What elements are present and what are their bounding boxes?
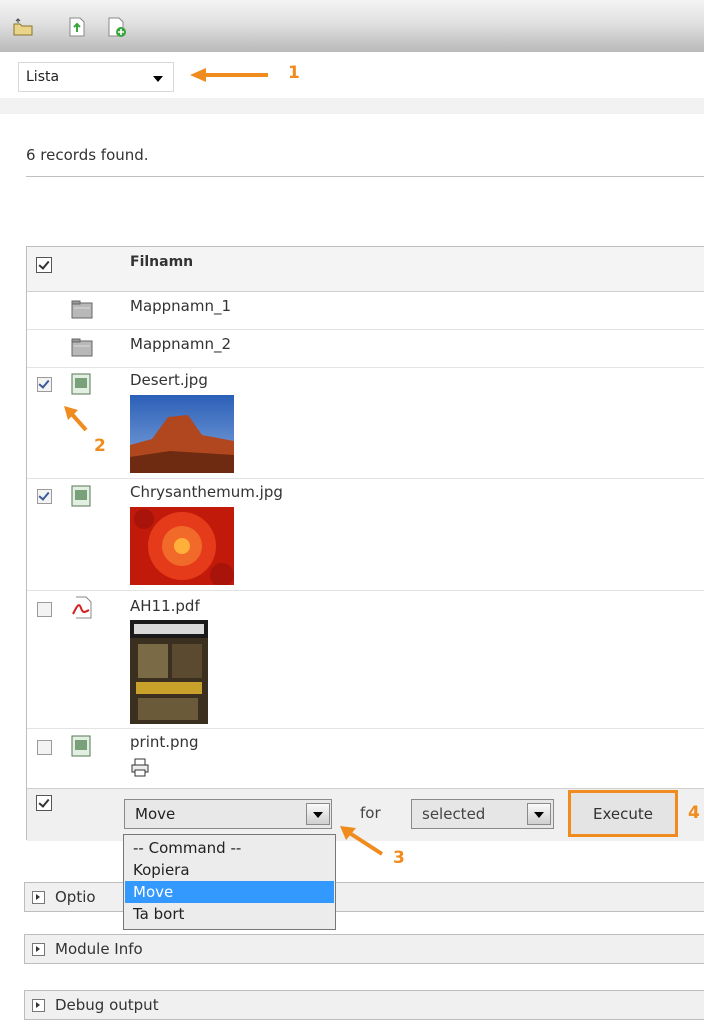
callout-number-2: 2 [94, 436, 106, 456]
table-row[interactable]: print.png [27, 728, 704, 788]
row-checkbox[interactable] [37, 489, 52, 504]
command-dropdown-list: -- Command -- Kopiera Move Ta bort [123, 834, 336, 930]
callout-arrow-1 [190, 68, 268, 82]
expand-icon[interactable] [32, 943, 45, 956]
select-all-checkbox-bottom[interactable] [36, 795, 52, 811]
callout-arrow-2 [64, 406, 88, 432]
callout-number-4: 4 [688, 803, 700, 823]
image-file-icon [71, 735, 91, 757]
callout-arrow-3 [340, 826, 384, 856]
command-option-selected[interactable]: Move [125, 881, 334, 903]
file-name[interactable]: Mappnamn_1 [130, 297, 231, 315]
image-file-icon [71, 485, 91, 507]
command-option[interactable]: Kopiera [125, 859, 334, 881]
pdf-file-icon [72, 596, 92, 619]
scope-select-value: selected [422, 805, 486, 823]
desert-thumbnail[interactable] [130, 395, 234, 473]
command-option[interactable]: Ta bort [125, 903, 334, 925]
top-toolbar [0, 0, 704, 52]
image-file-icon [71, 373, 91, 395]
file-name[interactable]: Mappnamn_2 [130, 335, 231, 353]
for-label: for [360, 804, 381, 822]
file-name[interactable]: Desert.jpg [130, 371, 208, 389]
chevron-down-icon[interactable] [306, 803, 330, 825]
upload-folder-icon[interactable] [12, 16, 34, 38]
row-checkbox[interactable] [37, 377, 52, 392]
command-select-value: Move [135, 805, 176, 823]
expand-icon[interactable] [32, 891, 45, 904]
table-row[interactable]: Chrysanthemum.jpg [27, 478, 704, 591]
view-mode-select[interactable]: Lista [18, 62, 174, 92]
file-name[interactable]: print.png [130, 733, 199, 751]
panel-label: Optio [55, 888, 96, 906]
table-row[interactable]: Desert.jpg [27, 367, 704, 479]
table-row[interactable]: Mappnamn_2 [27, 329, 704, 368]
scope-select[interactable]: selected [411, 799, 554, 829]
column-header-filename[interactable]: Filnamn [130, 254, 193, 270]
file-name[interactable]: AH11.pdf [130, 597, 200, 615]
upload-file-icon[interactable] [66, 16, 88, 38]
execute-button[interactable]: Execute [568, 790, 678, 837]
table-row[interactable]: AH11.pdf [27, 590, 704, 729]
view-mode-value: Lista [26, 69, 60, 85]
debug-output-panel[interactable]: Debug output [24, 990, 704, 1020]
panel-label: Module Info [55, 940, 143, 958]
new-file-icon[interactable] [106, 16, 128, 38]
row-checkbox[interactable] [37, 740, 52, 755]
row-checkbox[interactable] [37, 602, 52, 617]
callout-number-3: 3 [393, 848, 405, 868]
panel-label: Debug output [55, 996, 159, 1014]
expand-icon[interactable] [32, 999, 45, 1012]
select-all-checkbox[interactable] [36, 257, 52, 273]
chevron-down-icon[interactable] [527, 803, 551, 825]
table-row[interactable]: Mappnamn_1 [27, 291, 704, 330]
folder-icon [71, 300, 93, 319]
pdf-thumbnail[interactable] [130, 620, 208, 724]
callout-number-1: 1 [288, 63, 300, 83]
printer-icon[interactable] [130, 758, 150, 778]
command-select[interactable]: Move [124, 799, 332, 829]
divider [26, 176, 704, 177]
chevron-down-icon [153, 76, 163, 82]
command-option[interactable]: -- Command -- [125, 837, 334, 859]
module-info-panel[interactable]: Module Info [24, 934, 704, 964]
records-count: 6 records found. [26, 146, 149, 164]
header-band [0, 98, 704, 114]
folder-icon [71, 338, 93, 357]
chrysanthemum-thumbnail[interactable] [130, 507, 234, 585]
file-name[interactable]: Chrysanthemum.jpg [130, 483, 283, 501]
table-header [27, 247, 704, 292]
